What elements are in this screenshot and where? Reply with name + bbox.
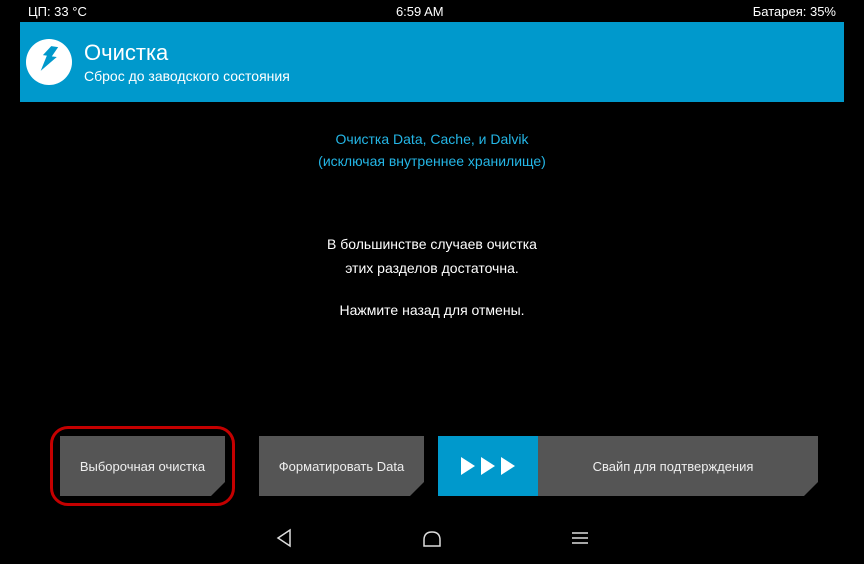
cancel-hint: Нажмите назад для отмены. [339, 302, 524, 318]
wipe-info-line1: Очистка Data, Cache, и Dalvik [318, 128, 546, 150]
header-bar: Очистка Сброс до заводского состояния [20, 22, 844, 102]
hint-line2: этих разделов достаточна. [327, 257, 537, 281]
battery-status: Батарея: 35% [753, 4, 836, 19]
advanced-wipe-button[interactable]: Выборочная очистка [60, 436, 225, 496]
highlight-border: Выборочная очистка [50, 426, 235, 506]
page-subtitle: Сброс до заводского состояния [84, 68, 290, 84]
cpu-temp: ЦП: 33 °С [28, 4, 87, 19]
format-data-label: Форматировать Data [279, 459, 404, 474]
chevron-right-icon [461, 457, 475, 475]
hint-line1: В большинстве случаев очистка [327, 233, 537, 257]
wipe-info-line2: (исключая внутреннее хранилище) [318, 150, 546, 172]
nav-bar [20, 511, 844, 564]
hint-text: В большинстве случаев очистка этих разде… [327, 233, 537, 281]
back-button[interactable] [270, 524, 298, 552]
content-area: Очистка Data, Cache, и Dalvik (исключая … [20, 102, 844, 396]
swipe-handle[interactable] [438, 436, 538, 496]
title-block: Очистка Сброс до заводского состояния [84, 40, 290, 84]
clock: 6:59 AM [87, 4, 753, 19]
twrp-logo [26, 39, 72, 85]
twrp-screen: ЦП: 33 °С 6:59 AM Батарея: 35% Очистка С… [20, 0, 844, 564]
status-bar: ЦП: 33 °С 6:59 AM Батарея: 35% [20, 0, 844, 22]
chevron-right-icon [481, 457, 495, 475]
wipe-info: Очистка Data, Cache, и Dalvik (исключая … [318, 128, 546, 173]
home-button[interactable] [418, 524, 446, 552]
button-row: Выборочная очистка Форматировать Data Св… [20, 421, 844, 511]
page-title: Очистка [84, 40, 290, 66]
swipe-label: Свайп для подтверждения [538, 459, 818, 474]
chevron-right-icon [501, 457, 515, 475]
menu-button[interactable] [566, 524, 594, 552]
format-data-button[interactable]: Форматировать Data [259, 436, 424, 496]
advanced-wipe-label: Выборочная очистка [80, 459, 205, 474]
swipe-to-confirm[interactable]: Свайп для подтверждения [438, 436, 818, 496]
